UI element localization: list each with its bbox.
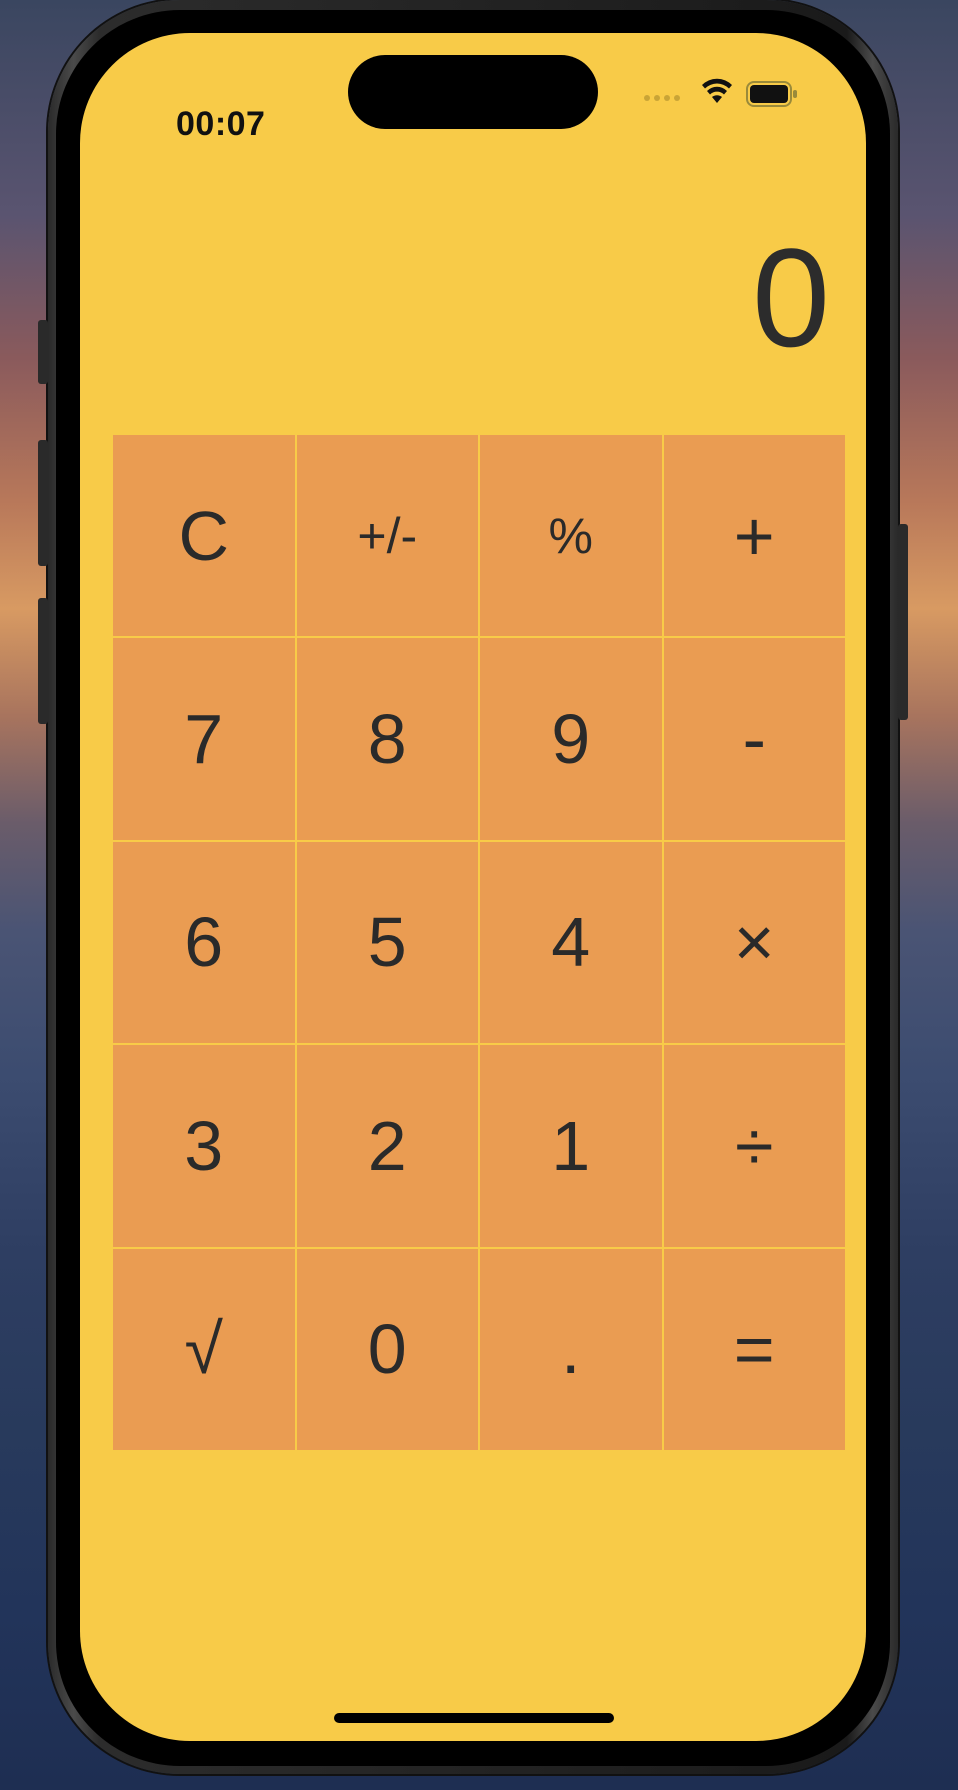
subtract-button[interactable]: - <box>663 638 845 840</box>
app-screen: 00:07 0 C +/-% +7 8 9-6 5 4 × 3 2 1 ÷ √ 0. = <box>80 33 866 1741</box>
digit-7-button[interactable]: 7 <box>113 638 295 840</box>
digit-9-button[interactable]: 9 <box>480 638 662 840</box>
digit-3-button[interactable]: 3 <box>113 1045 295 1247</box>
square-root-button[interactable]: √ <box>113 1248 295 1450</box>
home-indicator[interactable] <box>334 1713 614 1723</box>
action-button <box>38 320 48 384</box>
volume-down-button <box>38 598 48 724</box>
battery-icon <box>746 81 797 107</box>
digit-1-button[interactable]: 1 <box>480 1045 662 1247</box>
clear-button[interactable]: C <box>113 435 295 637</box>
cellular-signal-icon <box>644 95 680 101</box>
digit-5-button[interactable]: 5 <box>296 841 478 1044</box>
keypad: C +/-% +7 8 9- 6 5 4 × 3 2 1 ÷ √ 0. = <box>113 435 845 1450</box>
equals-button[interactable]: = <box>663 1248 845 1450</box>
multiply-button[interactable]: × <box>663 841 845 1044</box>
calculator-display: 0 <box>752 219 830 376</box>
wifi-icon <box>702 78 732 103</box>
digit-4-button[interactable]: 4 <box>480 841 662 1044</box>
digit-2-button[interactable]: 2 <box>296 1045 478 1247</box>
digit-6-button[interactable]: 6 <box>113 841 295 1044</box>
status-time: 00:07 <box>176 105 266 143</box>
add-button[interactable]: + <box>663 435 845 637</box>
digit-8-button[interactable]: 8 <box>296 638 478 840</box>
dynamic-island <box>348 55 598 129</box>
power-button <box>898 524 908 720</box>
digit-0-button[interactable]: 0 <box>296 1248 478 1450</box>
percent-button[interactable]: % <box>480 435 662 637</box>
sign-toggle-button[interactable]: +/- <box>296 435 478 637</box>
decimal-button[interactable]: . <box>480 1248 662 1450</box>
volume-up-button <box>38 440 48 566</box>
divide-button[interactable]: ÷ <box>663 1045 845 1247</box>
